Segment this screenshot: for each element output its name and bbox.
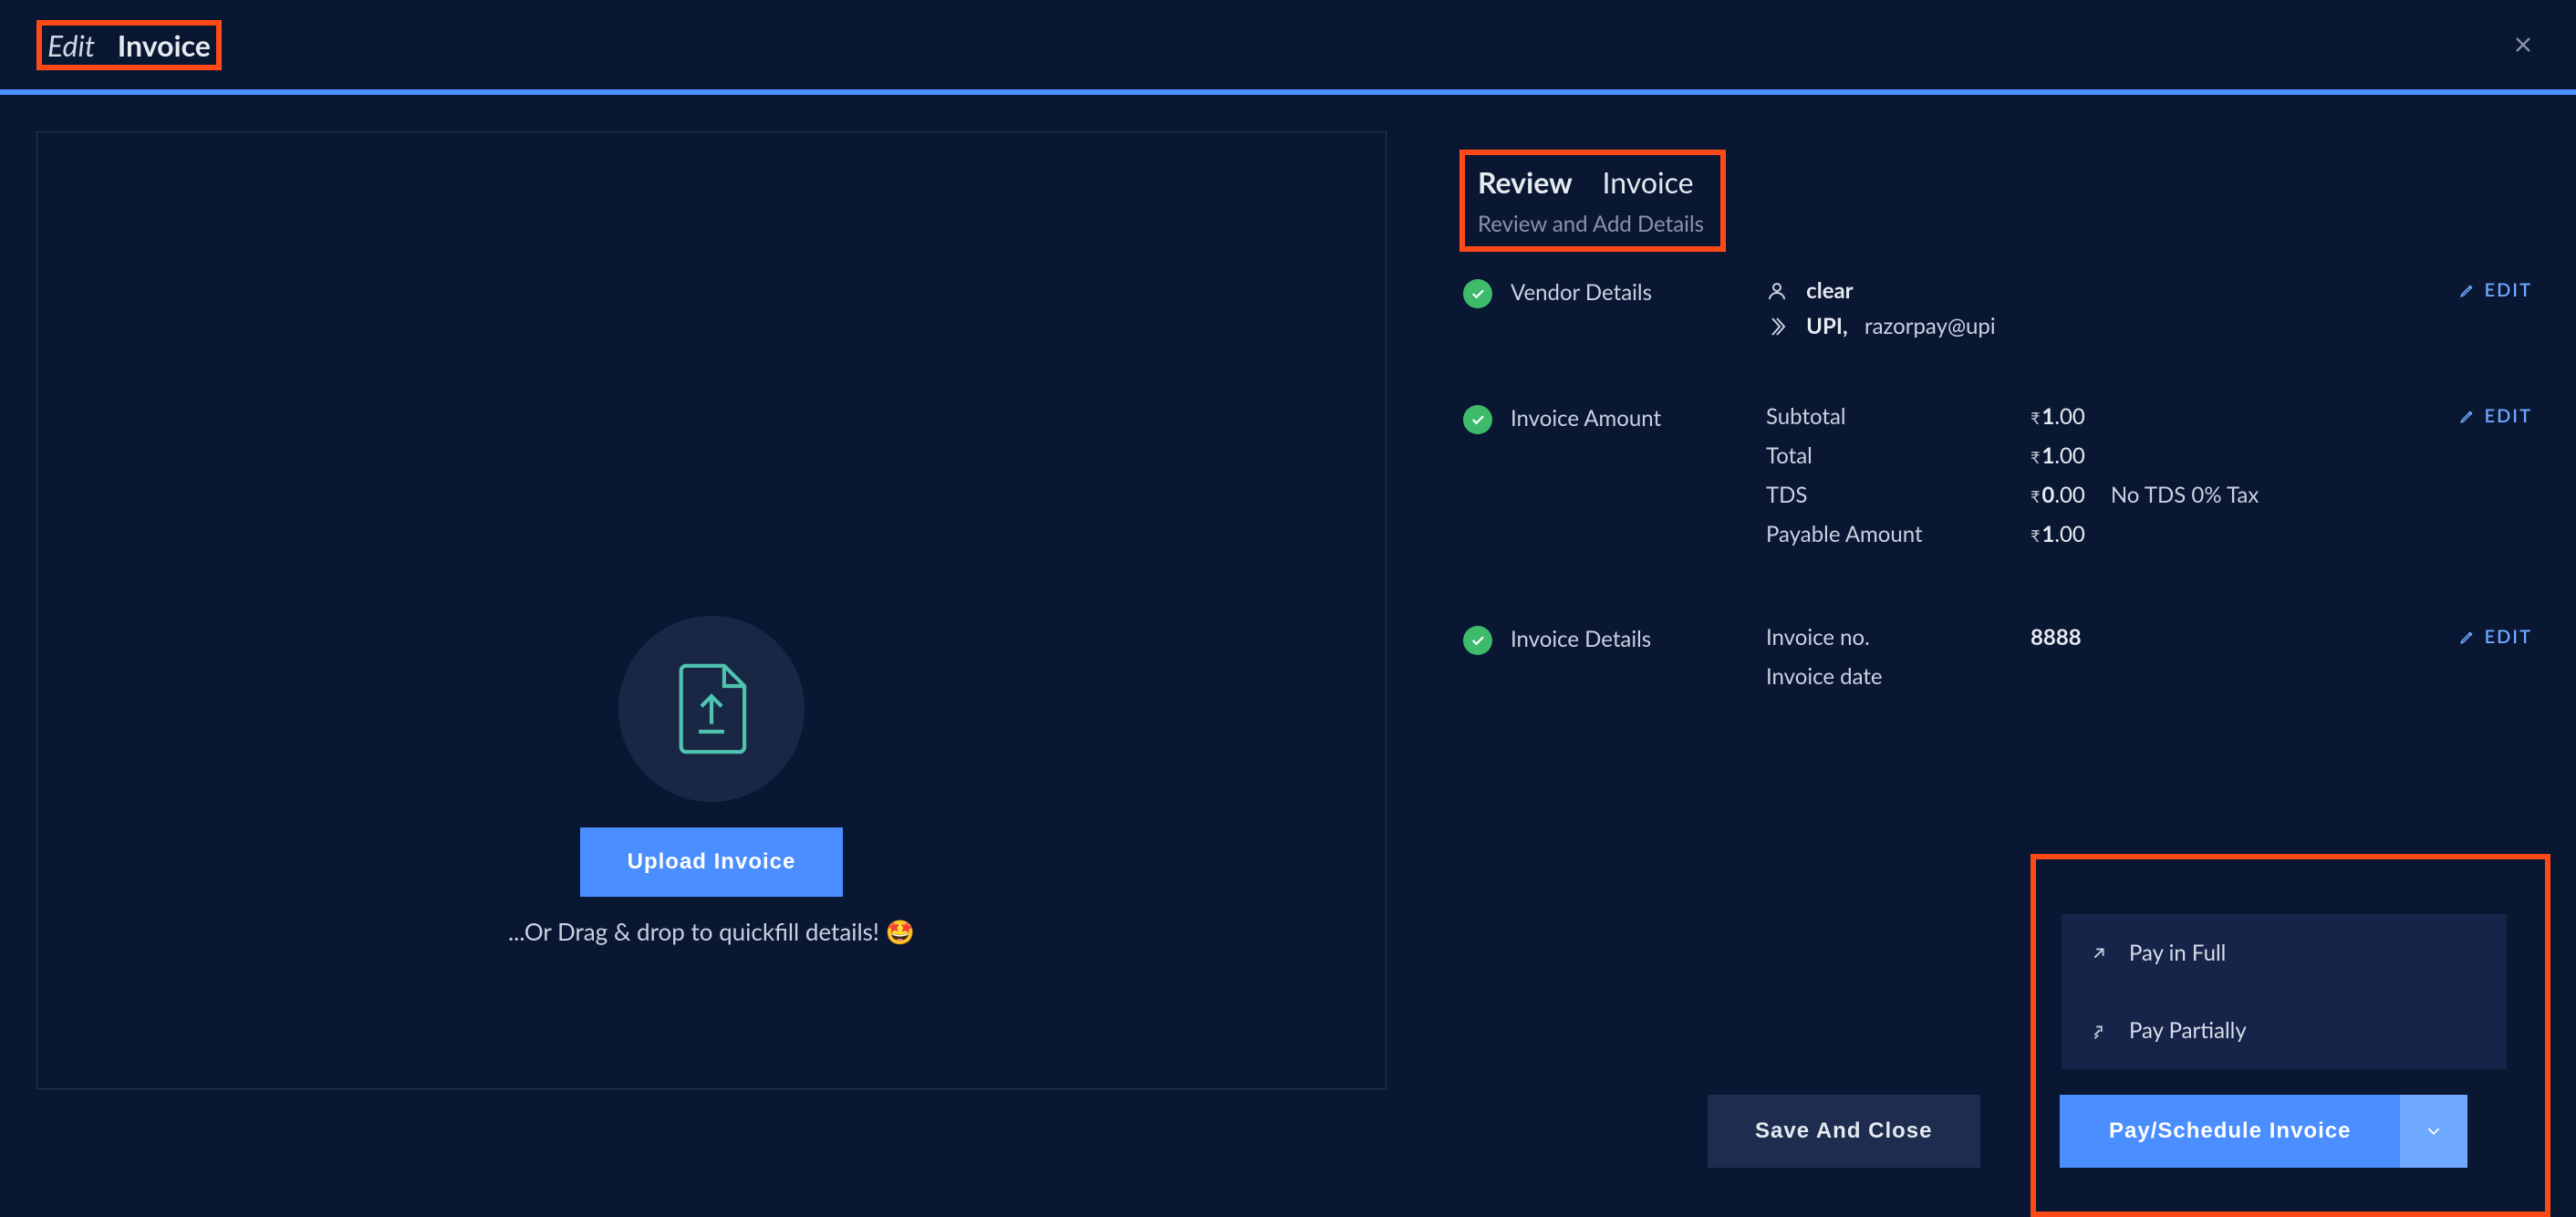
upload-icon bbox=[618, 616, 805, 802]
vendor-name: clear bbox=[1806, 277, 1853, 304]
edit-vendor-button[interactable]: EDIT bbox=[2459, 279, 2532, 301]
modal-header: Edit Invoice bbox=[0, 0, 2576, 89]
review-title: Review Invoice bbox=[1478, 164, 1704, 200]
upload-invoice-button[interactable]: Upload Invoice bbox=[580, 827, 844, 897]
amount-section-label: Invoice Amount bbox=[1511, 403, 1766, 560]
tds-value: ₹0.00 bbox=[2031, 482, 2085, 508]
page-title: Edit Invoice bbox=[36, 20, 222, 70]
vendor-section: Vendor Details clear UPI, razorpay@upi bbox=[1459, 252, 2540, 339]
check-icon bbox=[1463, 279, 1492, 308]
payment-method: UPI, bbox=[1806, 313, 1847, 339]
details-section: Invoice Details Invoice no. 8888 Invoice… bbox=[1459, 598, 2540, 702]
payable-label: Payable Amount bbox=[1766, 521, 2031, 547]
invoice-no-value: 8888 bbox=[2031, 624, 2082, 650]
check-icon bbox=[1463, 405, 1492, 434]
check-icon bbox=[1463, 626, 1492, 655]
total-label: Total bbox=[1766, 442, 2031, 469]
save-and-close-button[interactable]: Save And Close bbox=[1708, 1095, 1980, 1168]
amount-section: Invoice Amount Subtotal ₹1.00 Total ₹1.0… bbox=[1459, 378, 2540, 560]
pay-button-group: Pay/Schedule Invoice bbox=[2060, 1095, 2467, 1168]
invoice-date-label: Invoice date bbox=[1766, 663, 2031, 690]
title-prefix: Edit bbox=[47, 27, 95, 63]
details-section-label: Invoice Details bbox=[1511, 624, 1766, 702]
review-header: Review Invoice Review and Add Details bbox=[1459, 150, 1726, 252]
pay-in-full-option[interactable]: Pay in Full bbox=[2062, 914, 2507, 992]
total-value: ₹1.00 bbox=[2031, 442, 2085, 469]
pay-options-dropdown: Pay in Full Pay Partially bbox=[2062, 914, 2507, 1069]
arrow-up-right-icon bbox=[2089, 943, 2109, 963]
person-icon bbox=[1766, 280, 1790, 304]
invoice-no-label: Invoice no. bbox=[1766, 624, 2031, 650]
subtotal-value: ₹1.00 bbox=[2031, 403, 2085, 430]
close-icon[interactable] bbox=[2507, 28, 2540, 61]
tds-note: No TDS 0% Tax bbox=[2111, 482, 2259, 508]
pay-schedule-invoice-button[interactable]: Pay/Schedule Invoice bbox=[2060, 1095, 2400, 1168]
pay-dropdown-toggle[interactable] bbox=[2400, 1095, 2467, 1168]
edit-amount-button[interactable]: EDIT bbox=[2459, 405, 2532, 427]
upi-id: razorpay@upi bbox=[1864, 313, 1996, 339]
subtotal-label: Subtotal bbox=[1766, 403, 2031, 430]
main-content: Upload Invoice ...Or Drag & drop to quic… bbox=[0, 95, 2576, 1100]
pencil-icon bbox=[2459, 282, 2476, 298]
vendor-section-label: Vendor Details bbox=[1511, 277, 1766, 339]
chevron-down-icon bbox=[2424, 1121, 2444, 1141]
pencil-icon bbox=[2459, 408, 2476, 424]
review-panel: Review Invoice Review and Add Details Ve… bbox=[1459, 131, 2540, 1064]
drag-drop-hint: ...Or Drag & drop to quickfill details! … bbox=[508, 917, 915, 947]
edit-details-button[interactable]: EDIT bbox=[2459, 626, 2532, 648]
pay-dropdown-highlight: Pay in Full Pay Partially Save And Close… bbox=[2031, 854, 2550, 1217]
pay-partially-option[interactable]: Pay Partially bbox=[2062, 992, 2507, 1069]
title-main: Invoice bbox=[118, 27, 211, 63]
pencil-icon bbox=[2459, 629, 2476, 645]
review-subtitle: Review and Add Details bbox=[1478, 211, 1704, 237]
upload-panel[interactable]: Upload Invoice ...Or Drag & drop to quic… bbox=[36, 131, 1387, 1089]
payable-value: ₹1.00 bbox=[2031, 521, 2085, 547]
tds-label: TDS bbox=[1766, 482, 2031, 508]
upi-icon bbox=[1766, 316, 1790, 339]
arrow-split-icon bbox=[2089, 1021, 2109, 1041]
